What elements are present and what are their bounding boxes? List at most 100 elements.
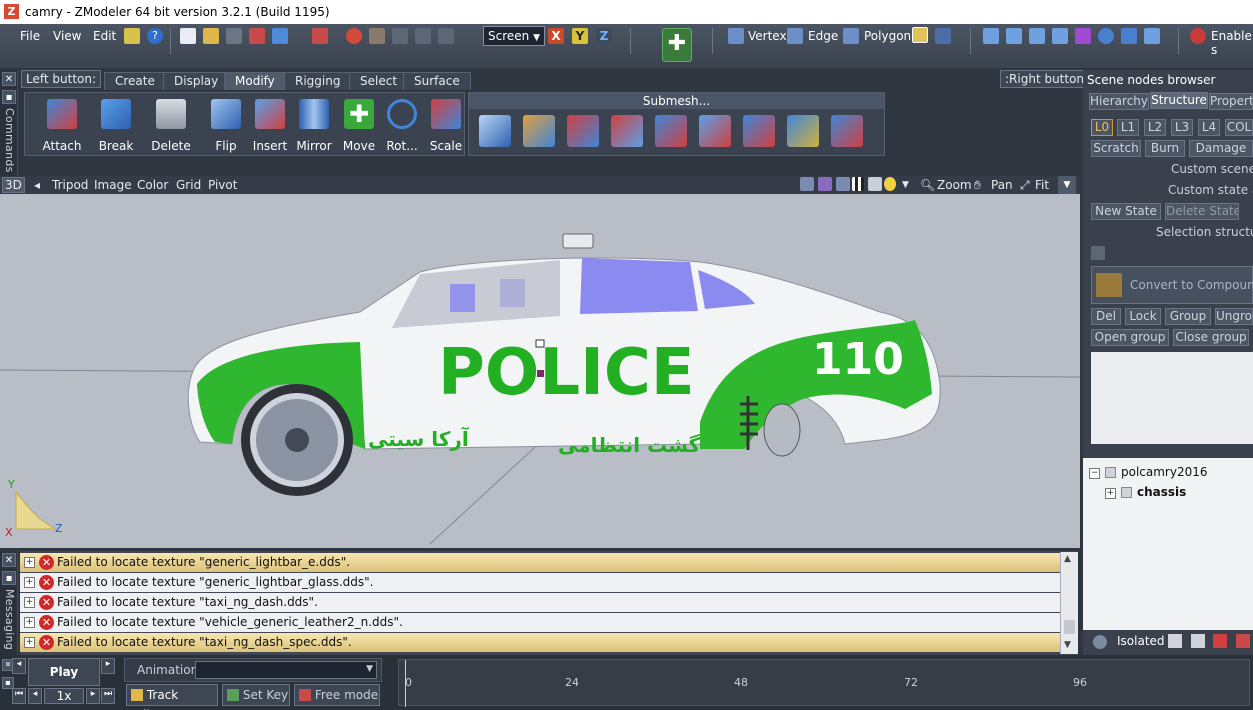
cylinder-icon[interactable] [1029, 28, 1045, 44]
menu-file[interactable]: File [20, 29, 40, 43]
wand-icon[interactable] [124, 28, 140, 44]
tube-icon[interactable] [1144, 28, 1160, 44]
close-icon[interactable]: ✕ [2, 553, 16, 567]
insert-tool[interactable]: Insert [245, 95, 295, 155]
last-frame-icon[interactable]: ⏭ [101, 688, 115, 704]
menu-edit[interactable]: Edit [93, 29, 116, 43]
open-group-button[interactable]: Open group [1091, 329, 1169, 346]
next-frame-icon[interactable]: ▸ [86, 688, 100, 704]
move-gizmo-icon[interactable]: ✚ [662, 28, 692, 62]
torus-icon[interactable] [1121, 28, 1137, 44]
isolate-icon[interactable] [1093, 635, 1107, 649]
speed-select[interactable]: 1x [44, 688, 84, 704]
menu-tripod[interactable]: Tripod [52, 178, 88, 192]
attach-tool[interactable]: Attach [37, 95, 87, 155]
fit-button[interactable]: Fit [1035, 178, 1049, 192]
close-file-icon[interactable] [249, 28, 265, 44]
state-burn[interactable]: Burn [1145, 140, 1185, 157]
tab-hierarchy[interactable]: Hierarchy [1089, 93, 1149, 110]
message-row[interactable]: + ✕ Failed to locate texture "generic_ligh… [20, 553, 1060, 572]
rotate-tool[interactable]: Rot... [377, 95, 427, 155]
slice-icon[interactable] [743, 115, 775, 147]
lock-button[interactable]: Lock [1125, 308, 1161, 325]
shaded-icon[interactable] [818, 177, 832, 191]
object-mode-icon[interactable] [912, 27, 928, 43]
expand-icon[interactable]: + [1105, 488, 1116, 499]
undo-icon[interactable] [312, 28, 328, 44]
set-key-button[interactable]: Set Key [222, 684, 290, 706]
remove-icon[interactable] [1236, 634, 1250, 648]
state-scratch[interactable]: Scratch [1091, 140, 1141, 157]
extrude-icon[interactable] [479, 115, 511, 147]
convert-to-compound-button[interactable]: Convert to Compound [1091, 266, 1253, 304]
3d-viewport[interactable]: POLICE 110 آرکا سیتی گشت انتظامی Y X Z [0, 194, 1080, 548]
state-damage[interactable]: Damage [1189, 140, 1253, 157]
filter-icon[interactable] [1213, 634, 1227, 648]
lod-l4[interactable]: L4 [1198, 119, 1220, 136]
group-button[interactable]: Group [1165, 308, 1211, 325]
lod-l0[interactable]: L0 [1091, 119, 1113, 136]
scroll-thumb[interactable] [1064, 620, 1075, 634]
scene-tree[interactable]: − polcamry2016 + chassis [1083, 458, 1253, 630]
pan-button[interactable]: Pan [991, 178, 1013, 192]
wireframe-icon[interactable] [800, 177, 814, 191]
polygon-icon[interactable] [843, 28, 859, 44]
zoom-icon[interactable]: 🔍︎ [920, 178, 935, 192]
first-frame-icon[interactable]: ⏮ [12, 688, 26, 704]
cube-view-icon[interactable] [868, 177, 882, 191]
lod-l1[interactable]: L1 [1117, 119, 1139, 136]
edge-mode[interactable]: Edge [808, 29, 838, 43]
x-axis-button[interactable]: X [548, 28, 564, 44]
vertex-mode[interactable]: Vertex [748, 29, 787, 43]
collapse-icon[interactable] [611, 115, 643, 147]
scale-tool[interactable]: Scale [421, 95, 471, 155]
tree-node-root[interactable]: polcamry2016 [1121, 465, 1208, 479]
expand-icon[interactable]: + [24, 617, 35, 628]
lod-col[interactable]: COL [1225, 119, 1253, 136]
pin-icon[interactable]: ▪ [2, 571, 16, 585]
expand-icon[interactable]: + [24, 577, 35, 588]
light-icon[interactable] [884, 177, 896, 191]
viewport-options-icon[interactable]: ▼ [1058, 176, 1076, 194]
tab-properties[interactable]: Propert [1209, 93, 1253, 110]
sphere-icon[interactable] [1098, 28, 1114, 44]
message-row[interactable]: + ✕ Failed to locate texture "vehicle_gene… [20, 613, 1060, 632]
y-axis-button[interactable]: Y [572, 28, 588, 44]
chevron-down-icon[interactable]: ▼ [366, 664, 373, 674]
close-group-button[interactable]: Close group [1173, 329, 1249, 346]
redo-icon[interactable] [392, 28, 408, 44]
timeline-track[interactable]: 0 24 48 72 96 [398, 659, 1250, 707]
mirror-tool[interactable]: Mirror [289, 95, 339, 155]
scroll-up-icon[interactable]: ▲ [1064, 554, 1071, 564]
police-car[interactable]: POLICE 110 آرکا سیتی گشت انتظامی [187, 233, 941, 496]
tab-surface[interactable]: Surface [403, 72, 471, 90]
save-icon[interactable] [226, 28, 242, 44]
menu-image[interactable]: Image [94, 178, 132, 192]
lock-icon[interactable] [1091, 246, 1105, 260]
checker-icon[interactable] [852, 177, 864, 191]
menu-view[interactable]: View [53, 29, 81, 43]
expand-icon[interactable]: + [24, 557, 35, 568]
expand-icon[interactable]: + [24, 637, 35, 648]
open-folder-icon[interactable] [203, 28, 219, 44]
menu-grid[interactable]: Grid [176, 178, 201, 192]
tree-node-chassis[interactable]: chassis [1137, 485, 1186, 499]
flip-tool[interactable]: Flip [201, 95, 251, 155]
new-file-icon[interactable] [180, 28, 196, 44]
polygon-mode[interactable]: Polygon [864, 29, 911, 43]
cut-icon[interactable] [699, 115, 731, 147]
grid-view-icon[interactable] [1168, 634, 1182, 648]
textured-icon[interactable] [836, 177, 850, 191]
scroll-down-icon[interactable]: ▼ [1064, 640, 1071, 650]
collapse-icon[interactable]: − [1089, 468, 1100, 479]
list-view-icon[interactable] [1191, 634, 1205, 648]
texture-icon[interactable] [369, 28, 385, 44]
weld-icon[interactable] [567, 115, 599, 147]
chevron-down-icon[interactable]: ▼ [902, 180, 909, 190]
magnet-icon[interactable] [1190, 28, 1206, 44]
pin-icon[interactable]: ▪ [2, 90, 16, 104]
paint-icon[interactable] [523, 115, 555, 147]
message-row[interactable]: + ✕ Failed to locate texture "taxi_ng_dash… [20, 593, 1060, 612]
bevel-icon[interactable] [787, 115, 819, 147]
lod-l3[interactable]: L3 [1171, 119, 1193, 136]
